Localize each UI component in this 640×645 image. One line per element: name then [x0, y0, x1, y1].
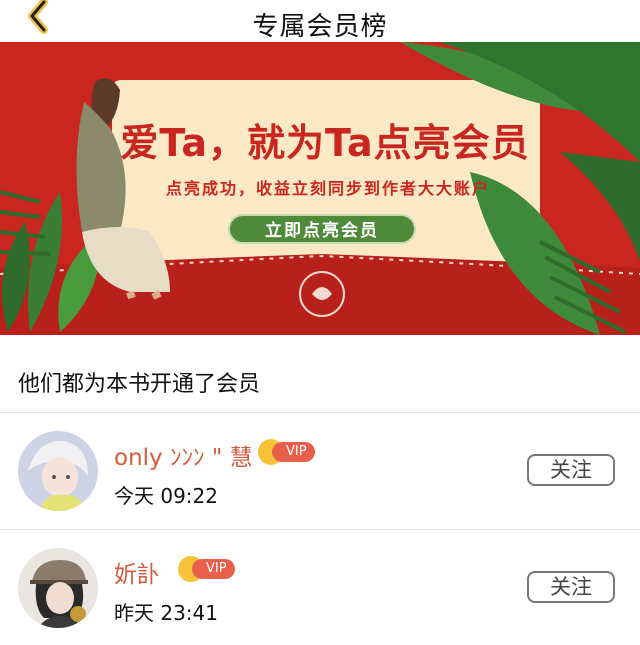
avatar[interactable] — [18, 548, 98, 628]
member-time: 今天 09:22 — [114, 484, 218, 508]
user-avatar-image — [18, 548, 98, 628]
banner-headline: 爱Ta，就为Ta点亮会员 — [120, 121, 530, 165]
light-up-membership-button[interactable]: 立即点亮会员 — [228, 214, 416, 244]
list-item[interactable]: only ﾝﾝﾝ " 慧 VIP 今天 09:22 关注 — [0, 413, 640, 528]
member-name[interactable]: only ﾝﾝﾝ " 慧 — [114, 438, 253, 472]
page-title: 专属会员榜 — [252, 12, 388, 42]
member-name[interactable]: 妡訃 — [114, 555, 160, 589]
section-title: 他们都为本书开通了会员 — [18, 372, 261, 397]
member-time: 昨天 23:41 — [114, 601, 218, 625]
top-bar: 专属会员榜 — [0, 0, 640, 42]
list-item[interactable]: 妡訃 VIP 昨天 23:41 关注 — [0, 530, 640, 645]
avatar[interactable] — [18, 431, 98, 511]
promo-banner[interactable]: 爱Ta，就为Ta点亮会员 点亮成功，收益立刻同步到作者大大账户 立即点亮会员 — [0, 42, 640, 335]
follow-button[interactable]: 关注 — [527, 571, 615, 603]
vip-tag: VIP — [192, 559, 235, 579]
follow-button[interactable]: 关注 — [527, 454, 615, 486]
banner-subtitle: 点亮成功，收益立刻同步到作者大大账户 — [165, 179, 490, 198]
vip-tag: VIP — [272, 442, 315, 462]
user-avatar-image — [18, 431, 98, 511]
